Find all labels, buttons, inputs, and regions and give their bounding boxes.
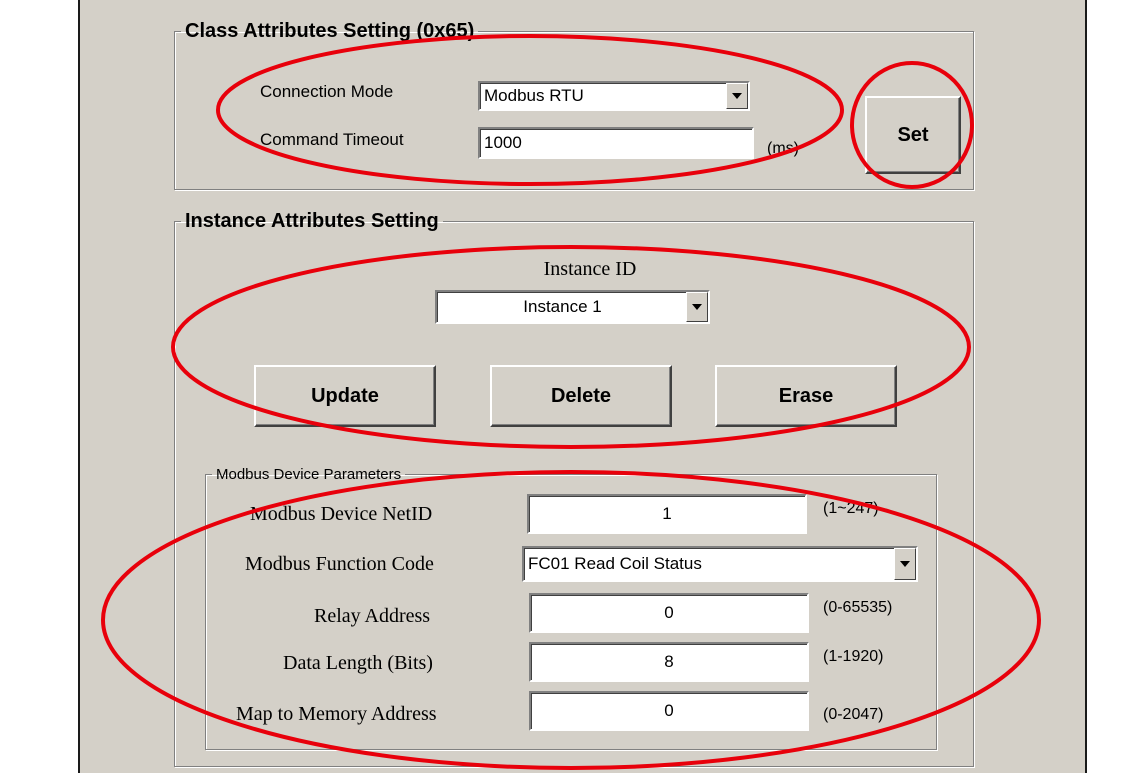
relay-address-input[interactable] [531, 595, 807, 631]
netid-range: (1~247) [823, 500, 879, 517]
relay-address-label: Relay Address [314, 605, 431, 627]
data-length-field[interactable] [529, 642, 809, 682]
command-timeout-input[interactable] [480, 129, 752, 157]
connection-mode-value: Modbus RTU [484, 86, 584, 105]
function-code-value: FC01 Read Coil Status [528, 554, 702, 573]
instance-attributes-legend: Instance Attributes Setting [185, 210, 439, 232]
class-attributes-legend: Class Attributes Setting (0x65) [185, 20, 475, 42]
timeout-unit-label: (ms) [767, 140, 799, 157]
netid-input[interactable] [529, 496, 805, 532]
function-code-label: Modbus Function Code [245, 553, 434, 575]
chevron-down-icon [692, 304, 702, 310]
command-timeout-label: Command Timeout [260, 130, 404, 149]
connection-mode-label: Connection Mode [260, 82, 394, 101]
netid-field[interactable] [527, 494, 807, 534]
update-button[interactable]: Update [254, 365, 436, 427]
connection-mode-select[interactable]: Modbus RTU [478, 81, 750, 111]
instance-id-value: Instance 1 [523, 297, 602, 316]
data-length-range: (1-1920) [823, 648, 884, 665]
memory-address-range: (0-2047) [823, 706, 884, 723]
command-timeout-field[interactable] [478, 127, 754, 159]
data-length-input[interactable] [531, 644, 807, 680]
relay-address-field[interactable] [529, 593, 809, 633]
netid-label: Modbus Device NetID [250, 503, 433, 525]
function-code-dropdown-button[interactable] [894, 548, 916, 580]
instance-id-dropdown-button[interactable] [686, 292, 708, 322]
erase-button[interactable]: Erase [715, 365, 897, 427]
data-length-label: Data Length (Bits) [283, 652, 433, 674]
delete-button[interactable]: Delete [490, 365, 672, 427]
settings-panel: Class Attributes Setting (0x65) Connecti… [80, 0, 1086, 773]
set-button[interactable]: Set [865, 96, 961, 174]
left-border-line [78, 0, 80, 773]
instance-id-select[interactable]: Instance 1 [435, 290, 710, 324]
instance-id-label: Instance ID [543, 258, 637, 280]
memory-address-input[interactable] [531, 693, 807, 729]
function-code-select[interactable]: FC01 Read Coil Status [522, 546, 918, 582]
modbus-device-parameters-legend: Modbus Device Parameters [216, 466, 402, 483]
memory-address-label: Map to Memory Address [236, 703, 437, 725]
connection-mode-dropdown-button[interactable] [726, 83, 748, 109]
memory-address-field[interactable] [529, 691, 809, 731]
chevron-down-icon [900, 561, 910, 567]
relay-address-range: (0-65535) [823, 599, 893, 616]
chevron-down-icon [732, 93, 742, 99]
right-border-line [1085, 0, 1087, 773]
